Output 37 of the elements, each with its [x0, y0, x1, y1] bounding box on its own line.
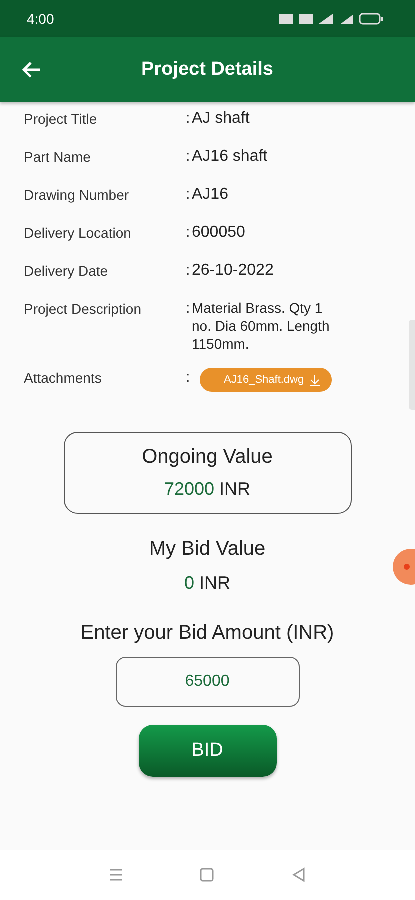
status-time: 4:00	[27, 10, 54, 26]
field-value: AJ shaft	[192, 109, 251, 129]
field-label: Project Title	[24, 110, 98, 129]
separator: :	[186, 261, 192, 281]
bid-amount-field[interactable]: 65000	[116, 657, 300, 707]
field-label: Drawing Number	[24, 186, 130, 205]
field-value: AJ16 shaft	[192, 147, 269, 167]
separator: :	[186, 223, 192, 243]
currency: INR	[200, 573, 230, 594]
bid-button[interactable]: BID	[138, 725, 276, 777]
field-value: AJ16	[192, 185, 230, 205]
section-title: My Bid Value	[149, 538, 266, 561]
field-value: 600050	[192, 223, 246, 243]
field-label: Attachments	[24, 369, 103, 388]
download-icon	[310, 374, 320, 386]
separator: :	[186, 368, 192, 388]
page-title: Project Details	[140, 58, 274, 80]
field-label: Delivery Location	[24, 224, 132, 243]
battery-icon	[359, 12, 383, 24]
signal-icon	[339, 14, 353, 24]
signal-icon	[319, 14, 333, 24]
field-label: Delivery Date	[24, 262, 110, 281]
section-title: Enter your Bid Amount (INR)	[80, 622, 334, 645]
field-value: Material Brass. Qty 1 no. Dia 60mm. Length 1150mm.	[192, 299, 331, 353]
field-value: 26-10-2022	[192, 261, 275, 281]
field-label: Part Name	[24, 148, 92, 167]
separator: :	[186, 109, 192, 129]
separator: :	[186, 147, 192, 167]
home-icon[interactable]	[198, 866, 216, 884]
separator: :	[186, 185, 192, 205]
card-title: Ongoing Value	[142, 446, 273, 469]
amount: 0	[184, 573, 194, 594]
amount: 72000	[164, 479, 215, 500]
field-label: Project Description	[24, 300, 142, 319]
floating-bubble-icon[interactable]	[391, 549, 415, 585]
separator: :	[186, 299, 192, 319]
currency: INR	[220, 479, 251, 500]
